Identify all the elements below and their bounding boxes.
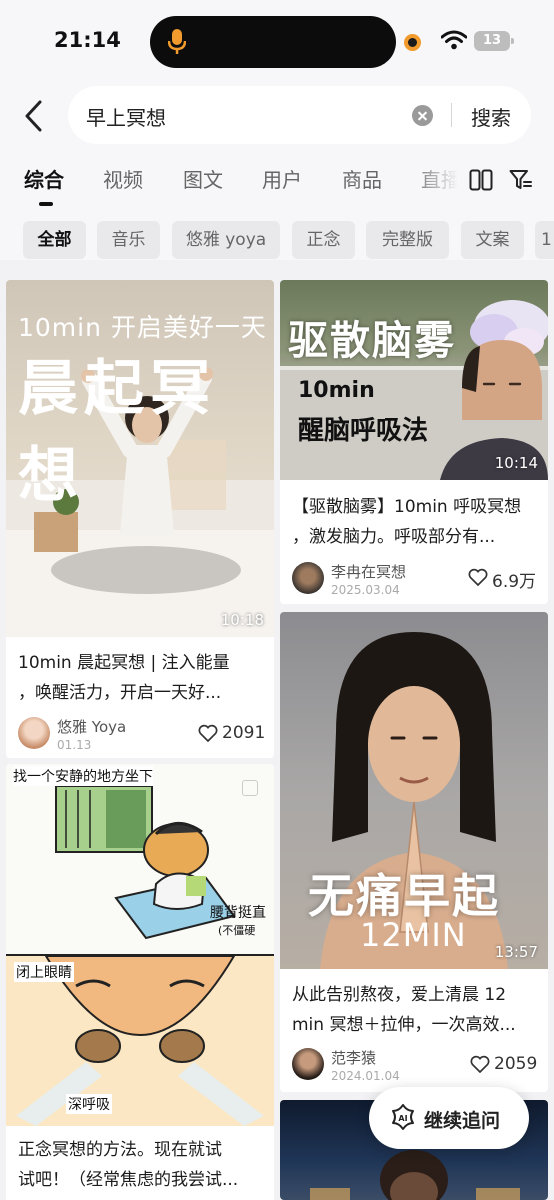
chip-yoya[interactable]: 悠雅 yoya <box>172 221 280 259</box>
continue-ask-label: 继续追问 <box>424 1110 501 1132</box>
chip-all[interactable]: 全部 <box>23 221 86 259</box>
thumbnail[interactable]: 找一个安静的地方坐下 腰背挺直 (不僵硬 闭上眼睛 深呼吸 <box>6 764 274 1126</box>
video-duration: 10:14 <box>494 454 538 472</box>
card-title: 从此告别熬夜，爱上清晨 12 min 冥想＋拉伸，一次高效... <box>292 980 516 1040</box>
card-title-line: ，激发脑力。呼吸部分有... <box>292 527 496 547</box>
tab-users[interactable]: 用户 <box>262 164 302 193</box>
card-title: 正念冥想的方法。现在就试 试吧！（经常焦虑的我尝试... <box>18 1135 238 1195</box>
post-date: 2025.03.04 <box>331 583 400 597</box>
comic-caption: (不僵硬 <box>218 924 256 937</box>
comic-caption: 深呼吸 <box>66 1094 112 1114</box>
author-name[interactable]: 李冉在冥想 <box>331 561 406 582</box>
overlay-title: 驱散脑雾 <box>288 318 456 364</box>
clear-icon[interactable] <box>412 105 433 126</box>
author-name[interactable]: 悠雅 Yoya <box>57 716 126 737</box>
result-card[interactable]: 无痛早起 12MIN 13:57 从此告别熬夜，爱上清晨 12 min 冥想＋拉… <box>280 612 548 1092</box>
like-count: 2059 <box>494 1054 538 1074</box>
filter-chips: 全部 音乐 悠雅 yoya 正念 完整版 文案 1 <box>0 221 554 261</box>
microphone-icon <box>168 29 186 54</box>
result-card[interactable]: 驱散脑雾 10min 醒脑呼吸法 10:14 【驱散脑雾】10min 呼吸冥想 … <box>280 280 548 604</box>
chip-mindfulness[interactable]: 正念 <box>292 221 355 259</box>
heart-icon[interactable] <box>468 568 488 586</box>
tab-products[interactable]: 商品 <box>342 164 382 193</box>
video-duration: 10:18 <box>220 611 264 629</box>
overlay-subtitle: 12MIN <box>360 916 467 954</box>
card-title: 【驱散脑雾】10min 呼吸冥想 ，激发脑力。呼吸部分有... <box>292 492 521 552</box>
post-date: 01.13 <box>57 738 92 752</box>
avatar[interactable] <box>18 717 50 749</box>
heart-icon[interactable] <box>198 724 218 742</box>
heart-icon[interactable] <box>470 1055 490 1073</box>
status-bar: 21:14 13 <box>0 0 554 84</box>
card-title-line: 正念冥想的方法。现在就试 <box>18 1140 222 1160</box>
tab-all[interactable]: 综合 <box>24 164 64 193</box>
card-title-line: 从此告别熬夜，爱上清晨 12 <box>292 985 507 1005</box>
search-button[interactable]: 搜索 <box>471 102 511 131</box>
chip-music[interactable]: 音乐 <box>97 221 160 259</box>
comic-caption: 找一个安静的地方坐下 <box>13 766 153 786</box>
overlay-subtitle: 10min 开启美好一天 <box>18 313 267 342</box>
chip-more[interactable]: 1 <box>535 221 554 259</box>
ai-icon-text: AI <box>398 1114 407 1123</box>
filter-icon[interactable] <box>509 169 533 191</box>
result-card[interactable]: 找一个安静的地方坐下 腰背挺直 (不僵硬 闭上眼睛 深呼吸 正念冥想的方法。现在… <box>6 764 274 1200</box>
ai-assistant-icon: AI <box>392 1104 414 1130</box>
battery-icon: 13 <box>474 31 514 51</box>
author-name[interactable]: 范李猿 <box>331 1047 376 1068</box>
card-title-line: min 冥想＋拉伸，一次高效... <box>292 1015 516 1035</box>
battery-level: 13 <box>482 33 502 48</box>
avatar[interactable] <box>292 1048 324 1080</box>
clock: 21:14 <box>54 28 121 52</box>
card-title-line: 【驱散脑雾】10min 呼吸冥想 <box>292 497 522 517</box>
card-title: 10min 晨起冥想 | 注入能量 ，唤醒活力，开启一天好... <box>18 648 230 708</box>
comic-caption: 闭上眼睛 <box>14 962 74 982</box>
avatar[interactable] <box>292 562 324 594</box>
search-header: 早上冥想 搜索 综合 视频 图文 用户 商品 直播 全部 音乐 悠雅 yoya … <box>0 84 554 260</box>
continue-ask-button[interactable]: AI 继续追问 <box>369 1087 529 1149</box>
active-tab-indicator <box>39 202 53 206</box>
search-query-text[interactable]: 早上冥想 <box>86 102 166 131</box>
thumbnail[interactable]: 10min 开启美好一天 晨起冥想 10:18 <box>6 280 274 637</box>
overlay-subtitle: 10min <box>298 378 375 403</box>
card-title-line: 试吧！（经常焦虑的我尝试... <box>18 1170 239 1190</box>
comic-caption: 腰背挺直 <box>210 905 266 921</box>
select-checkbox[interactable] <box>242 780 258 796</box>
tab-image-text[interactable]: 图文 <box>183 164 223 193</box>
like-count: 2091 <box>222 723 266 743</box>
post-date: 2024.01.04 <box>331 1069 400 1083</box>
divider <box>451 103 452 127</box>
dynamic-island <box>150 16 396 68</box>
thumbnail[interactable]: 无痛早起 12MIN 13:57 <box>280 612 548 969</box>
like-count: 6.9万 <box>492 572 537 592</box>
back-arrow-icon[interactable] <box>20 98 50 134</box>
search-input[interactable]: 早上冥想 搜索 <box>68 86 531 144</box>
overlay-title: 晨起冥想 <box>18 354 216 511</box>
card-title-line: 10min 晨起冥想 | 注入能量 <box>18 653 230 673</box>
result-card[interactable]: 10min 开启美好一天 晨起冥想 10:18 10min 晨起冥想 | 注入能… <box>6 280 274 758</box>
chip-copy[interactable]: 文案 <box>461 221 524 259</box>
chip-full-version[interactable]: 完整版 <box>366 221 449 259</box>
video-duration: 13:57 <box>494 943 538 961</box>
card-title-line: ，唤醒活力，开启一天好... <box>18 683 222 703</box>
wifi-icon <box>441 30 467 50</box>
tab-video[interactable]: 视频 <box>103 164 143 193</box>
thumbnail[interactable]: 驱散脑雾 10min 醒脑呼吸法 10:14 <box>280 280 548 480</box>
tab-fade <box>410 162 470 198</box>
recording-indicator-icon <box>404 34 421 51</box>
overlay-subtitle: 醒脑呼吸法 <box>298 416 429 446</box>
comic-meditation-illustration <box>6 785 274 1126</box>
layout-toggle-icon[interactable] <box>469 169 493 191</box>
